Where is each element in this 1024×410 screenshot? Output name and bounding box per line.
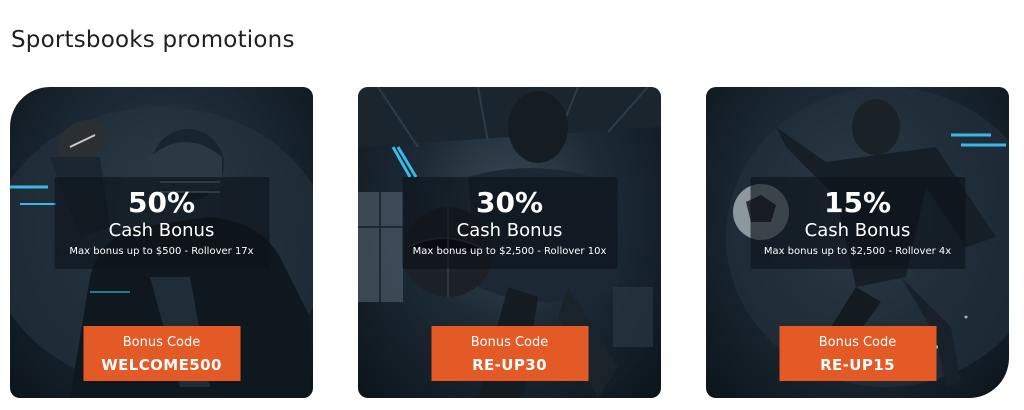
promo-terms: Max bonus up to $2,500 - Rollover 10x — [412, 246, 607, 257]
promo-card-1[interactable]: 37 50% Cash Bonus Max bonus up to $500 -… — [10, 87, 313, 398]
section-title: Sportsbooks promotions — [11, 27, 295, 53]
bonus-code-label: Bonus Code — [122, 335, 201, 350]
promo-card-2[interactable]: 30% Cash Bonus Max bonus up to $2,500 - … — [358, 87, 661, 398]
promo-percent: 50% — [127, 186, 196, 219]
promo-title: Cash Bonus — [456, 220, 563, 241]
bonus-code-button-re-up15[interactable]: Bonus Code RE-UP15 — [779, 326, 936, 381]
promo-card-3[interactable]: 15% Cash Bonus Max bonus up to $2,500 - … — [706, 87, 1009, 398]
bonus-code-value: WELCOME500 — [101, 356, 222, 374]
promo-terms: Max bonus up to $500 - Rollover 17x — [69, 246, 254, 257]
bonus-code-value: RE-UP30 — [472, 356, 547, 374]
bonus-code-button-welcome500[interactable]: Bonus Code WELCOME500 — [83, 326, 240, 381]
bonus-code-button-re-up30[interactable]: Bonus Code RE-UP30 — [431, 326, 588, 381]
bonus-code-value: RE-UP15 — [820, 356, 895, 374]
promo-title: Cash Bonus — [108, 220, 215, 241]
promo-percent: 15% — [823, 186, 892, 219]
promo-percent: 30% — [475, 186, 544, 219]
bonus-code-label: Bonus Code — [818, 335, 897, 350]
promo-terms: Max bonus up to $2,500 - Rollover 4x — [763, 246, 952, 257]
bonus-code-label: Bonus Code — [470, 335, 549, 350]
promo-title: Cash Bonus — [804, 220, 911, 241]
